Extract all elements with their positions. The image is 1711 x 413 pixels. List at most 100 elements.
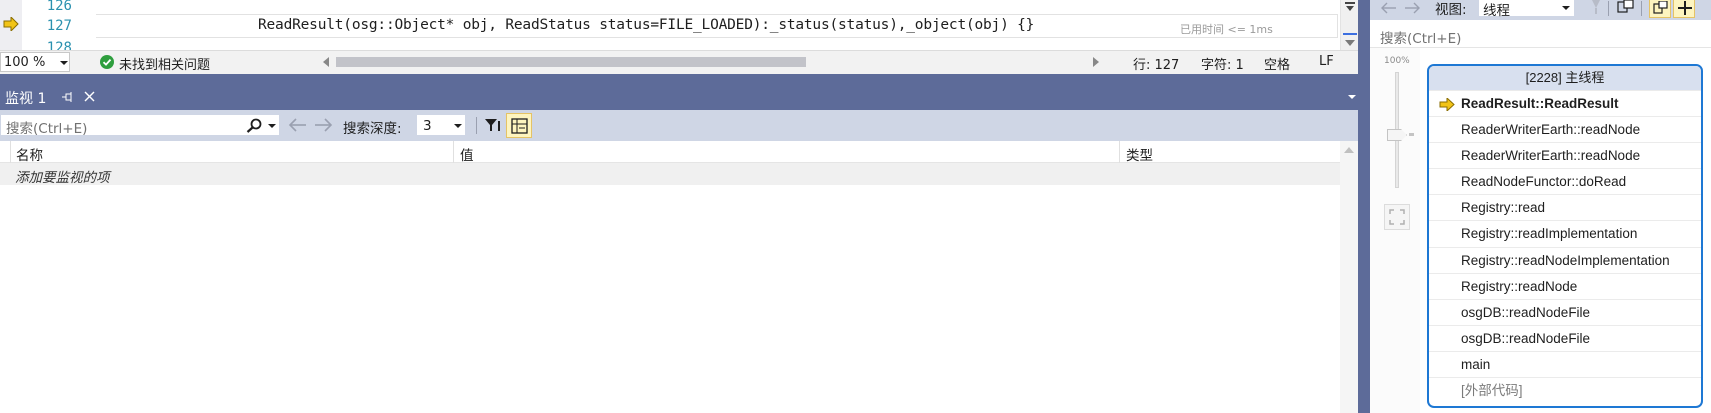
column-value-header[interactable]: 值 [460,144,474,164]
search-depth-dropdown[interactable]: 3 [416,114,466,136]
stack-frame-label: [外部代码] [1461,383,1523,399]
stack-frame-label: osgDB::readNodeFile [1461,330,1591,346]
stack-frame[interactable]: ReadNodeFunctor::doRead [1429,168,1701,194]
stack-frame-label: Registry::readNode [1461,278,1578,294]
stack-frame-label: Registry::readImplementation [1461,226,1638,242]
stack-frame-label: Registry::read [1461,200,1546,216]
chevron-down-icon [60,61,68,65]
stack-frame-label: ReadNodeFunctor::doRead [1461,174,1627,190]
panel-splitter[interactable] [1358,0,1370,413]
close-icon[interactable] [84,91,95,102]
zoom-tick [1409,133,1414,136]
zoom-fit-icon [1653,1,1668,14]
watch-search-placeholder: 搜索(Ctrl+E) [6,121,88,137]
stack-frame-label: osgDB::readNodeFile [1461,304,1591,320]
watch-vertical-scrollbar[interactable] [1340,141,1358,413]
add-watch-placeholder: 添加要监视的项 [15,170,110,186]
eol-indicator[interactable]: LF [1319,54,1334,69]
line-indicator[interactable]: 行: 127 [1133,54,1179,73]
view-label: 视图: [1435,2,1467,18]
stack-frame[interactable]: Registry::readNode [1429,272,1701,299]
code-line[interactable]: ReadResult(osg::Object* obj, ReadStatus … [258,17,1034,33]
view-value: 线程 [1483,3,1510,19]
toolbar-divider [476,117,477,134]
indent-indicator[interactable]: 空格 [1264,54,1290,73]
thread-header[interactable]: [2228] 主线程 [1429,66,1701,90]
chevron-down-icon[interactable] [268,124,276,128]
parallel-stacks-toolbar: 视图: 线程 [1370,0,1711,20]
back-arrow-icon[interactable] [288,118,308,132]
parallel-stacks-search[interactable]: 搜索(Ctrl+E) [1370,22,1711,48]
stack-frame[interactable]: osgDB::readNodeFile [1429,324,1701,351]
zoom-dropdown[interactable]: 100 % [0,52,70,72]
toggle-method-view-icon[interactable] [1589,0,1603,14]
tab-watch-1[interactable]: 监视 1 [0,84,104,110]
pin-icon[interactable] [62,92,74,102]
editor-vertical-scrollbar[interactable] [1340,0,1358,50]
stack-frame[interactable]: ReaderWriterEarth::readNode [1429,142,1701,168]
zoom-slider-thumb[interactable] [1387,129,1407,141]
scroll-right-icon[interactable] [1092,57,1100,67]
panel-menu-chevron-icon[interactable] [1348,95,1356,99]
current-statement-arrow-icon [3,17,19,31]
char-indicator[interactable]: 字符: 1 [1201,54,1244,73]
scroll-down-icon[interactable] [1345,39,1355,47]
line-number: 126 [46,0,72,14]
scroll-left-icon[interactable] [322,57,330,67]
parallel-stacks-search-placeholder: 搜索(Ctrl+E) [1380,31,1462,47]
filter-icon[interactable] [484,117,502,134]
line-number: 127 [46,18,72,34]
watch-window: 监视 1 搜索(Ctrl+E) 搜索深度: 3 名称 值 类型 添加要监视的项 [0,84,1358,413]
stack-frame-external[interactable]: [外部代码] [1429,377,1701,403]
zoom-percent-label: 100% [1384,56,1410,66]
search-icon[interactable] [246,118,262,133]
column-type-header[interactable]: 类型 [1126,144,1153,164]
chevron-down-icon [454,124,462,128]
elapsed-time-hint: 已用时间 <= 1ms [1180,23,1273,36]
chevron-down-icon [1562,6,1570,10]
toggle-zoom-button[interactable] [1649,0,1671,18]
table-view-icon [511,118,528,134]
toolbar-divider [1641,1,1642,16]
stack-frame[interactable]: ReadResult::ReadResult [1429,90,1701,116]
auto-scroll-button[interactable] [1673,0,1695,18]
stack-frame[interactable]: main [1429,350,1701,377]
scroll-up-icon[interactable] [1344,147,1354,154]
back-arrow-icon[interactable] [1380,2,1398,14]
forward-arrow-icon[interactable] [313,118,333,132]
stack-frame[interactable]: Registry::readNodeImplementation [1429,246,1701,273]
split-icon[interactable] [1345,2,1355,12]
forward-arrow-icon[interactable] [1403,2,1421,14]
column-divider[interactable] [1119,141,1120,163]
horizontal-scrollbar-thumb[interactable] [336,57,806,67]
column-name-header[interactable]: 名称 [16,144,43,164]
hex-display-toggle[interactable] [506,113,532,138]
watch-search-input[interactable]: 搜索(Ctrl+E) [0,114,280,137]
current-frame-arrow-icon [1439,98,1455,111]
check-circle-icon [100,55,114,69]
thread-stack-node[interactable]: [2228] 主线程 ReadResult::ReadResult Reader… [1427,64,1703,408]
parallel-stacks-panel: 视图: 线程 搜索(Ctrl+E) 100% [2228] 主线程 ReadRe… [1370,0,1711,413]
column-divider[interactable] [453,141,454,163]
add-watch-row[interactable]: 添加要监视的项 [0,163,1340,186]
issues-status[interactable]: 未找到相关问题 [119,54,210,73]
editor-status-bar: 100 % 未找到相关问题 行: 127 字符: 1 空格 LF [0,50,1358,74]
tasks-icon[interactable] [1617,0,1635,14]
view-dropdown[interactable]: 线程 [1478,0,1575,19]
stack-frame-label: ReadResult::ReadResult [1461,96,1619,111]
stack-frame[interactable]: osgDB::readNodeFile [1429,298,1701,325]
stack-frame-label: ReaderWriterEarth::readNode [1461,148,1641,164]
line-number: 128 [46,40,72,50]
code-editor[interactable]: 126 127 128 ReadResult(osg::Object* obj,… [0,0,1358,50]
editor-gutter [0,0,22,50]
search-depth-value: 3 [423,118,432,134]
stack-frame[interactable]: Registry::read [1429,194,1701,220]
zoom-value: 100 % [4,55,46,70]
zoom-to-fit-icon[interactable] [1384,204,1410,230]
scroll-position-marker [1343,33,1357,35]
stack-frame[interactable]: ReaderWriterEarth::readNode [1429,116,1701,142]
watch-column-header: 名称 值 类型 [0,141,1340,164]
stack-frame-label: Registry::readNodeImplementation [1461,252,1670,268]
zoom-slider-panel: 100% [1370,48,1420,413]
stack-frame[interactable]: Registry::readImplementation [1429,220,1701,246]
